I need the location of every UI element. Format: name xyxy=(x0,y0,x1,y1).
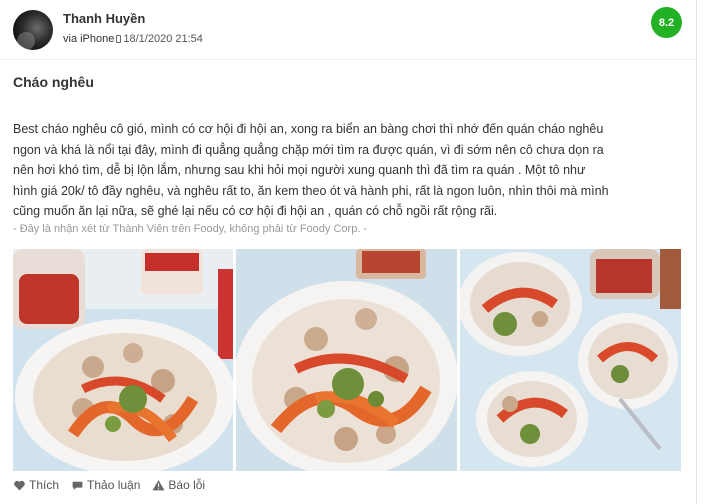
discuss-label: Thảo luận xyxy=(87,478,141,492)
avatar[interactable] xyxy=(13,10,53,50)
review-body-line: ngon và khá là nổi tại đây, mình đi quẳn… xyxy=(13,142,604,157)
review-body-line: cũng muốn ăn lại nữa, sẽ ghé lại nếu có … xyxy=(13,204,498,218)
discuss-button[interactable]: Thảo luận xyxy=(71,478,140,492)
photo-2[interactable] xyxy=(236,249,457,471)
like-label: Thích xyxy=(29,478,60,492)
comment-icon xyxy=(72,481,83,490)
header-divider xyxy=(0,59,697,60)
review-date: 18/1/2020 21:54 xyxy=(123,33,203,45)
disclaimer: - Đây là nhận xét từ Thành Viên trên Foo… xyxy=(13,223,368,235)
photo-3[interactable] xyxy=(460,249,681,471)
review-meta: via iPhone 18/1/2020 21:54 xyxy=(63,33,203,45)
heart-icon xyxy=(14,480,25,490)
report-label: Báo lỗi xyxy=(168,478,206,492)
report-button[interactable]: Báo lỗi xyxy=(152,478,205,492)
phone-icon xyxy=(116,35,122,43)
review-card: Thanh Huyền via iPhone 18/1/2020 21:54 8.… xyxy=(0,0,697,504)
review-body-line: hình giá 20k/ tô đầy nghêu, và nghêu rất… xyxy=(13,183,609,198)
score-badge: 8.2 xyxy=(651,7,682,38)
warning-icon xyxy=(152,479,165,490)
review-body-line: nên hơi khó tìm, dễ bị lộn lắm, nhưng sa… xyxy=(13,163,586,177)
author-name[interactable]: Thanh Huyền xyxy=(63,11,145,26)
review-actions: Thích Thảo luận Báo lỗi xyxy=(13,478,205,492)
review-title: Cháo nghêu xyxy=(13,74,94,90)
photo-1[interactable] xyxy=(13,249,233,471)
review-body: Best cháo nghêu cô gió, mình có cơ hội đ… xyxy=(13,119,685,222)
device-label: via iPhone xyxy=(63,33,115,45)
like-button[interactable]: Thích xyxy=(13,478,59,492)
review-body-line: Best cháo nghêu cô gió, mình có cơ hội đ… xyxy=(13,122,604,136)
